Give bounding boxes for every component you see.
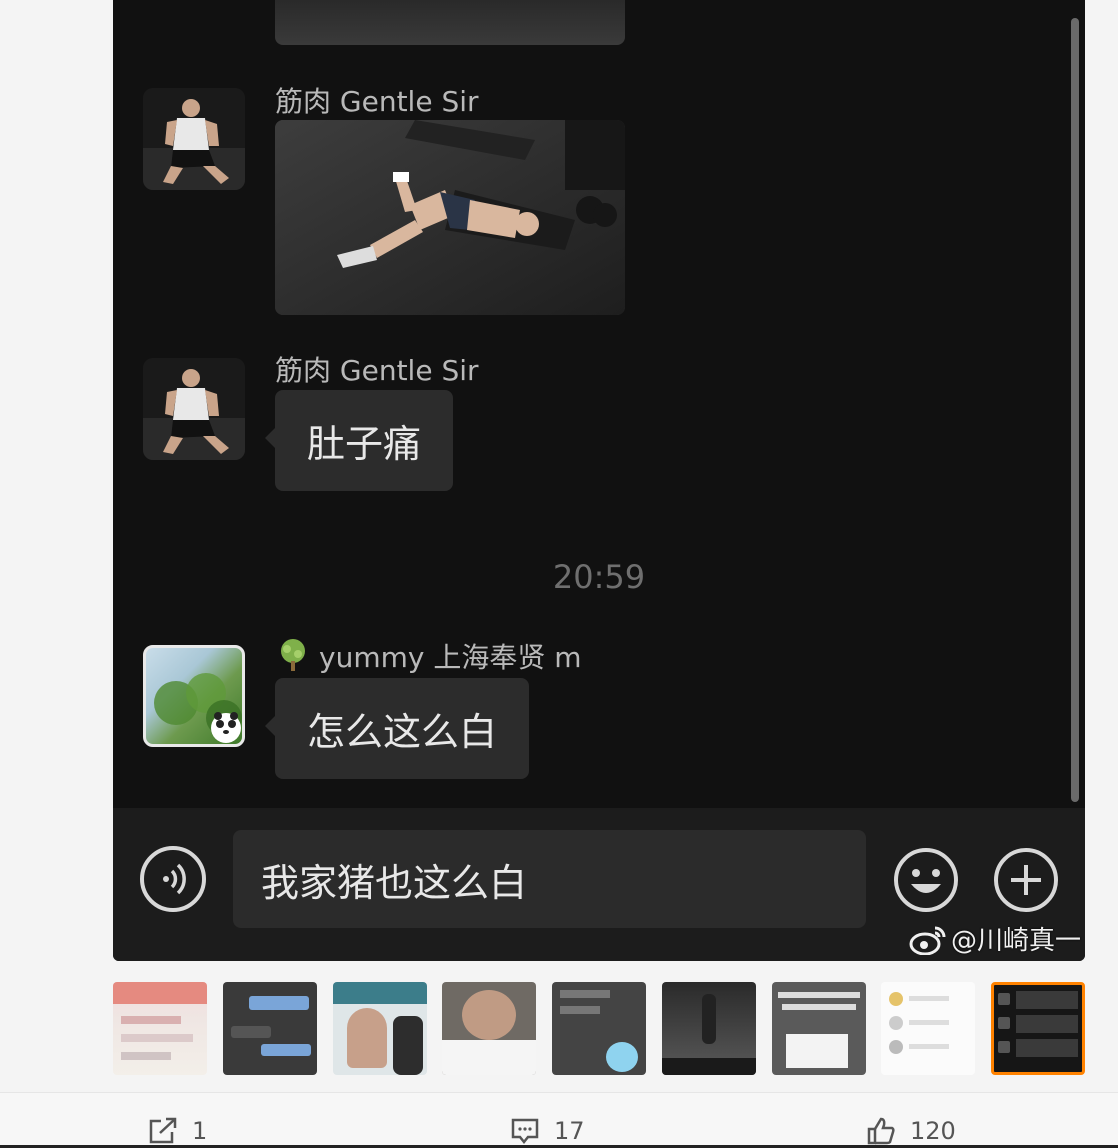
sender-name: yummy 上海奉贤 m — [275, 636, 582, 676]
thumbnail[interactable] — [223, 982, 317, 1075]
share-icon — [149, 1117, 177, 1144]
post-action-bar: 1 17 120 — [0, 1092, 1118, 1148]
thumbnail-strip — [113, 982, 1085, 1075]
scrollbar[interactable] — [1071, 18, 1079, 802]
more-button[interactable] — [992, 846, 1060, 914]
message-bubble[interactable]: 怎么这么白 — [264, 678, 530, 779]
thumbnail[interactable] — [113, 982, 207, 1075]
timestamp: 20:59 — [552, 558, 646, 596]
tree-emoji-icon — [281, 639, 305, 671]
share-count: 1 — [192, 1117, 208, 1145]
avatar[interactable] — [143, 88, 245, 190]
message-input[interactable]: 我家猪也这么白 — [233, 830, 866, 928]
message-image[interactable] — [275, 120, 625, 315]
thumbnail[interactable] — [881, 982, 975, 1075]
comment-button[interactable]: 17 — [510, 1117, 585, 1145]
emoji-icon — [894, 848, 958, 912]
emoji-button[interactable] — [892, 846, 960, 914]
like-count: 120 — [910, 1117, 956, 1145]
thumbnail-selected[interactable] — [991, 982, 1085, 1075]
watermark: @川崎真一 — [909, 920, 1081, 957]
voice-button[interactable] — [140, 846, 206, 912]
weibo-logo — [909, 926, 946, 955]
message-image-partial[interactable] — [275, 0, 625, 45]
sender-name: 筋肉 Gentle Sir — [275, 85, 479, 118]
sender-name: 筋肉 Gentle Sir — [275, 354, 479, 387]
chat-screenshot: 筋肉 Gentle Sir 筋肉 Gentle Sir 肚子痛 20:59 yu… — [113, 0, 1085, 961]
avatar[interactable] — [143, 358, 245, 460]
comment-count: 17 — [554, 1117, 585, 1145]
like-icon — [867, 1117, 895, 1145]
chat-input-bar: 我家猪也这么白 @川崎真一 — [113, 808, 1085, 961]
comment-icon — [511, 1118, 539, 1145]
voice-icon — [163, 863, 186, 895]
message-bubble[interactable]: 肚子痛 — [264, 390, 454, 491]
thumbnail[interactable] — [662, 982, 756, 1075]
thumbnail[interactable] — [552, 982, 646, 1075]
thumbnail[interactable] — [333, 982, 427, 1075]
plus-icon — [994, 848, 1058, 912]
thumbnail[interactable] — [442, 982, 536, 1075]
like-button[interactable]: 120 — [866, 1117, 956, 1145]
avatar[interactable] — [143, 645, 245, 747]
share-button[interactable]: 1 — [148, 1117, 207, 1145]
thumbnail[interactable] — [772, 982, 866, 1075]
